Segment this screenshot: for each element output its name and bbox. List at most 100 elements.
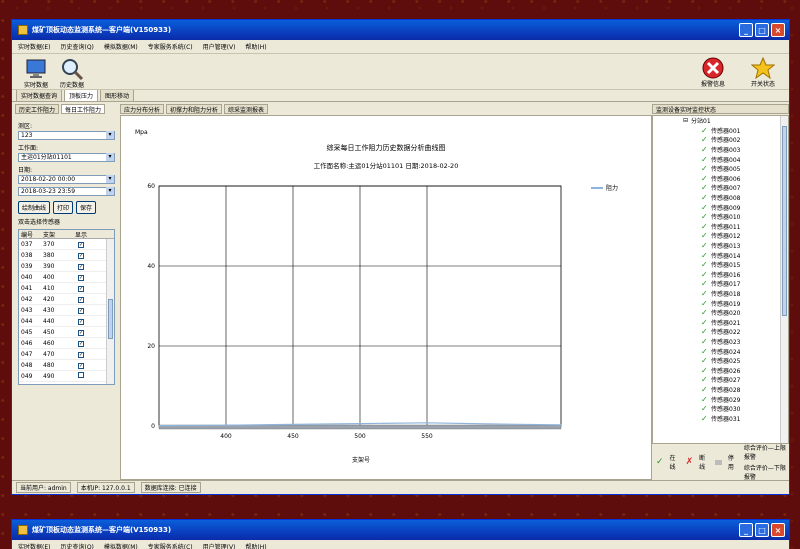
tree-sensor-node[interactable]: ✓ 传感器004	[653, 154, 788, 164]
minimize-button[interactable]: _	[739, 23, 753, 37]
tree-sensor-node[interactable]: ✓ 传感器013	[653, 241, 788, 251]
tab-daily-resistance[interactable]: 每日工作阻力	[61, 104, 106, 114]
tree-sensor-node[interactable]: ✓ 传感器031	[653, 413, 788, 423]
tree-sensor-node[interactable]: ✓ 传感器011	[653, 222, 788, 232]
tree-sensor-node[interactable]: ✓ 传感器021	[653, 317, 788, 327]
tree-sensor-node[interactable]: ✓ 传感器028	[653, 385, 788, 395]
table-row[interactable]: 045 450 ✓	[19, 327, 114, 338]
show-checkbox[interactable]: ✓	[78, 263, 84, 270]
tree-sensor-node[interactable]: ✓ 传感器024	[653, 346, 788, 356]
history-data-button[interactable]: 历史数据	[54, 58, 90, 89]
menu-expert[interactable]: 专家服务系统(C)	[148, 42, 193, 51]
maximize-button[interactable]: □	[755, 23, 769, 37]
show-checkbox[interactable]: ✓	[78, 285, 84, 292]
tree-sensor-node[interactable]: ✓ 传感器001	[653, 126, 788, 136]
tree-sensor-node[interactable]: ✓ 传感器014	[653, 250, 788, 260]
device-tree-scrollbar[interactable]	[780, 116, 788, 443]
tree-sensor-node[interactable]: ✓ 传感器030	[653, 404, 788, 414]
tree-sensor-node[interactable]: ✓ 传感器029	[653, 394, 788, 404]
tree-sensor-node[interactable]: ✓ 传感器015	[653, 260, 788, 270]
tab-graph-move[interactable]: 图形移动	[100, 89, 135, 101]
tree-sensor-node[interactable]: ✓ 传感器006	[653, 174, 788, 184]
table-row[interactable]: 043 430 ✓	[19, 305, 114, 316]
table-row[interactable]: 038 380 ✓	[19, 250, 114, 261]
tree-sensor-node[interactable]: ✓ 传感器020	[653, 308, 788, 318]
table-row[interactable]: 037 370 ✓	[19, 239, 114, 250]
tree-sensor-node[interactable]: ✓ 传感器010	[653, 212, 788, 222]
tree-sensor-node[interactable]: ✓ 传感器007	[653, 183, 788, 193]
show-checkbox[interactable]: ✓	[78, 318, 84, 325]
tree-sensor-node[interactable]: ✓ 传感器012	[653, 231, 788, 241]
menu-help[interactable]: 帮助(H)	[245, 42, 266, 51]
table-row[interactable]: 040 400 ✓	[19, 272, 114, 283]
show-checkbox[interactable]: ✓	[78, 307, 84, 314]
table-row[interactable]: 039 390 ✓	[19, 261, 114, 272]
table-row[interactable]: 044 440 ✓	[19, 316, 114, 327]
tree-root-node[interactable]: ⊟ 分站01	[653, 116, 788, 126]
sensor-table-scrollbar[interactable]	[106, 239, 114, 384]
tree-sensor-node[interactable]: ✓ 传感器025	[653, 356, 788, 366]
tree-sensor-node[interactable]: ✓ 传感器022	[653, 327, 788, 337]
tree-sensor-node[interactable]: ✓ 传感器009	[653, 202, 788, 212]
second-menu-simulate[interactable]: 模拟数据(M)	[104, 542, 138, 549]
tab-roof-pressure[interactable]: 顶板压力	[64, 89, 99, 101]
second-close-button[interactable]: ×	[771, 523, 785, 537]
draw-curve-button[interactable]: 绘制曲线	[18, 201, 51, 214]
show-checkbox[interactable]: ✓	[78, 329, 84, 336]
table-row[interactable]: 042 420 ✓	[19, 294, 114, 305]
menu-simulate[interactable]: 模拟数据(M)	[104, 42, 138, 51]
save-button[interactable]: 保存	[76, 201, 97, 214]
realtime-data-button[interactable]: 实时数据	[18, 58, 54, 89]
tree-sensor-node[interactable]: ✓ 传感器003	[653, 145, 788, 155]
table-row[interactable]: 046 460 ✓	[19, 338, 114, 349]
show-checkbox[interactable]: ✓	[78, 351, 84, 358]
table-row[interactable]: 047 470 ✓	[19, 349, 114, 360]
second-menu-users[interactable]: 用户管理(V)	[203, 542, 236, 549]
menu-realtime[interactable]: 实时数据(E)	[18, 42, 50, 51]
show-checkbox[interactable]	[78, 372, 84, 378]
show-checkbox[interactable]: ✓	[78, 241, 84, 248]
tree-sensor-node[interactable]: ✓ 传感器005	[653, 164, 788, 174]
print-button[interactable]: 打印	[53, 201, 74, 214]
menu-history[interactable]: 历史查询(Q)	[60, 42, 93, 51]
tree-sensor-node[interactable]: ✓ 传感器008	[653, 193, 788, 203]
tree-sensor-node[interactable]: ✓ 传感器017	[653, 279, 788, 289]
tree-sensor-node[interactable]: ✓ 传感器026	[653, 365, 788, 375]
col-support-header[interactable]: 支架	[43, 230, 67, 239]
tree-sensor-node[interactable]: ✓ 传感器027	[653, 375, 788, 385]
table-row[interactable]: 041 410 ✓	[19, 283, 114, 294]
face-select[interactable]: 主运01分站01101	[18, 153, 115, 162]
tree-sensor-node[interactable]: ✓ 传感器002	[653, 135, 788, 145]
second-menu-history[interactable]: 历史查询(Q)	[60, 542, 93, 549]
show-checkbox[interactable]: ✓	[78, 296, 84, 303]
switch-status-button[interactable]: 开关状态	[745, 57, 781, 88]
table-row[interactable]: 049 490	[19, 371, 114, 382]
col-id-header[interactable]: 编号	[19, 230, 43, 239]
second-minimize-button[interactable]: _	[739, 523, 753, 537]
show-checkbox[interactable]: ✓	[78, 252, 84, 259]
second-maximize-button[interactable]: □	[755, 523, 769, 537]
alarm-info-button[interactable]: 报警信息	[695, 57, 731, 88]
tab-setting-force[interactable]: 初撑力和阻力分析	[166, 104, 223, 114]
close-button[interactable]: ×	[771, 23, 785, 37]
tab-realtime-query[interactable]: 实时数据查询	[16, 89, 63, 101]
date-to-picker[interactable]: 2018-03-23 23:59	[18, 187, 115, 196]
tab-stress-distribution[interactable]: 应力分布分析	[120, 104, 165, 114]
tab-history-resistance[interactable]: 历史工作阻力	[15, 104, 60, 114]
second-menu-help[interactable]: 帮助(H)	[245, 542, 266, 549]
date-from-picker[interactable]: 2018-02-20 00:00	[18, 175, 115, 184]
tree-sensor-node[interactable]: ✓ 传感器023	[653, 337, 788, 347]
col-show-header[interactable]: 显示	[67, 230, 95, 239]
show-checkbox[interactable]: ✓	[78, 362, 84, 369]
tree-sensor-node[interactable]: ✓ 传感器018	[653, 289, 788, 299]
tree-sensor-node[interactable]: ✓ 传感器016	[653, 270, 788, 280]
second-menu-expert[interactable]: 专家服务系统(C)	[148, 542, 193, 549]
tab-monitor-report[interactable]: 综采监测报表	[224, 104, 269, 114]
table-row[interactable]: 048 480 ✓	[19, 360, 114, 371]
show-checkbox[interactable]: ✓	[78, 340, 84, 347]
show-checkbox[interactable]: ✓	[78, 274, 84, 281]
second-menu-realtime[interactable]: 实时数据(E)	[18, 542, 50, 549]
area-select[interactable]: 123	[18, 131, 115, 140]
menu-users[interactable]: 用户管理(V)	[203, 42, 236, 51]
tree-sensor-node[interactable]: ✓ 传感器019	[653, 298, 788, 308]
